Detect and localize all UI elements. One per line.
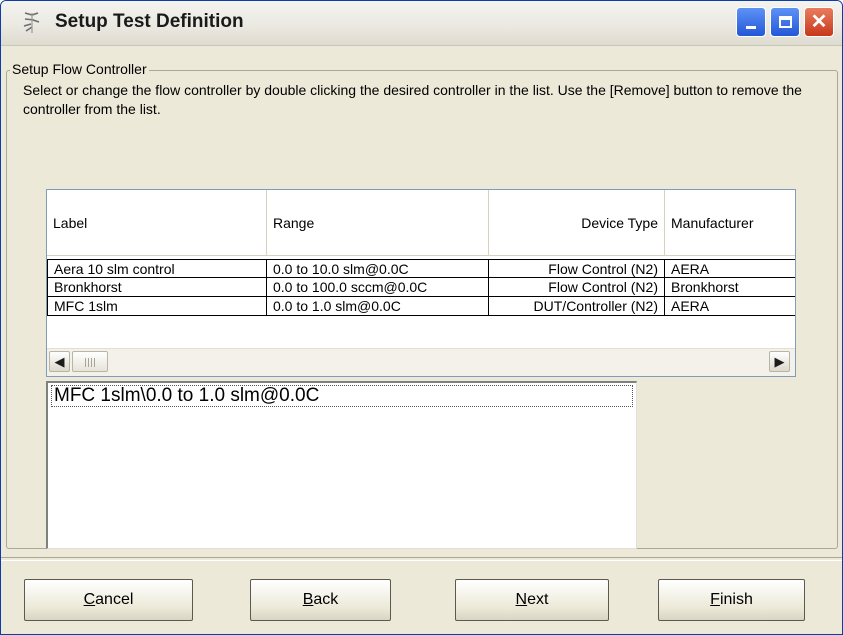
minimize-icon [746, 25, 756, 29]
maximize-icon [778, 16, 792, 28]
column-header-label[interactable]: Label [47, 190, 267, 255]
list-rows: Aera 10 slm control 0.0 to 10.0 slm@0.0C… [47, 259, 795, 316]
instructions-text: Select or change the flow controller by … [23, 82, 802, 117]
table-row[interactable]: Aera 10 slm control 0.0 to 10.0 slm@0.0C… [47, 259, 795, 278]
title-bar[interactable]: Setup Test Definition ✕ [1, 1, 842, 46]
cell-device-type: DUT/Controller (N2) [489, 297, 665, 316]
cell-range: 0.0 to 1.0 slm@0.0C [267, 297, 489, 316]
column-header-manufacturer[interactable]: Manufacturer [665, 190, 795, 255]
finish-button[interactable]: Finish [658, 579, 805, 621]
horizontal-scrollbar[interactable]: ◀ ▶ [47, 348, 795, 376]
table-row[interactable]: Bronkhorst 0.0 to 100.0 sccm@0.0C Flow C… [47, 278, 795, 297]
cell-device-type: Flow Control (N2) [489, 278, 665, 297]
scroll-left-arrow-icon: ◀ [54, 353, 65, 369]
selected-controller-box[interactable]: MFC 1slm\0.0 to 1.0 slm@0.0C [46, 381, 637, 549]
close-button[interactable]: ✕ [804, 7, 834, 37]
dialog-window: Setup Test Definition ✕ Setup Flow Contr… [0, 0, 843, 635]
cell-manufacturer: Bronkhorst [665, 278, 795, 297]
column-header-device-type[interactable]: Device Type [489, 190, 665, 255]
next-mnemonic: N [515, 591, 528, 608]
finish-mnemonic: F [710, 591, 720, 608]
next-button[interactable]: Next [455, 579, 609, 621]
scroll-left-button[interactable]: ◀ [49, 351, 70, 372]
maximize-button[interactable] [770, 7, 800, 37]
back-button[interactable]: Back [250, 579, 391, 621]
cell-range: 0.0 to 10.0 slm@0.0C [267, 259, 489, 278]
next-label: ext [527, 591, 549, 608]
close-icon: ✕ [810, 11, 828, 33]
cell-label: Bronkhorst [47, 278, 267, 297]
column-header-range[interactable]: Range [267, 190, 489, 255]
back-mnemonic: B [302, 591, 314, 608]
cancel-label: ancel [95, 591, 134, 608]
scroll-right-button[interactable]: ▶ [769, 351, 790, 372]
app-icon[interactable] [21, 10, 45, 36]
cancel-mnemonic: C [83, 591, 96, 608]
group-legend: Setup Flow Controller [10, 61, 149, 77]
list-header: Label Range Device Type Manufacturer [47, 190, 795, 256]
back-label: ack [313, 591, 339, 608]
controller-list[interactable]: Label Range Device Type Manufacturer Aer… [46, 189, 796, 377]
cell-label: MFC 1slm [47, 297, 267, 316]
minimize-button[interactable] [736, 7, 766, 37]
cell-manufacturer: AERA [665, 259, 795, 278]
selected-controller-item[interactable]: MFC 1slm\0.0 to 1.0 slm@0.0C [51, 385, 633, 407]
cancel-button[interactable]: Cancel [24, 579, 193, 621]
scrollbar-thumb[interactable] [72, 351, 108, 372]
table-row[interactable]: MFC 1slm 0.0 to 1.0 slm@0.0C DUT/Control… [47, 297, 795, 316]
cell-range: 0.0 to 100.0 sccm@0.0C [267, 278, 489, 297]
divider [1, 557, 842, 561]
cell-label: Aera 10 slm control [47, 259, 267, 278]
window-title: Setup Test Definition [55, 11, 244, 32]
finish-label: inish [719, 591, 753, 608]
cell-manufacturer: AERA [665, 297, 795, 316]
grip-icon [85, 358, 97, 367]
scroll-right-arrow-icon: ▶ [774, 353, 785, 369]
cell-device-type: Flow Control (N2) [489, 259, 665, 278]
